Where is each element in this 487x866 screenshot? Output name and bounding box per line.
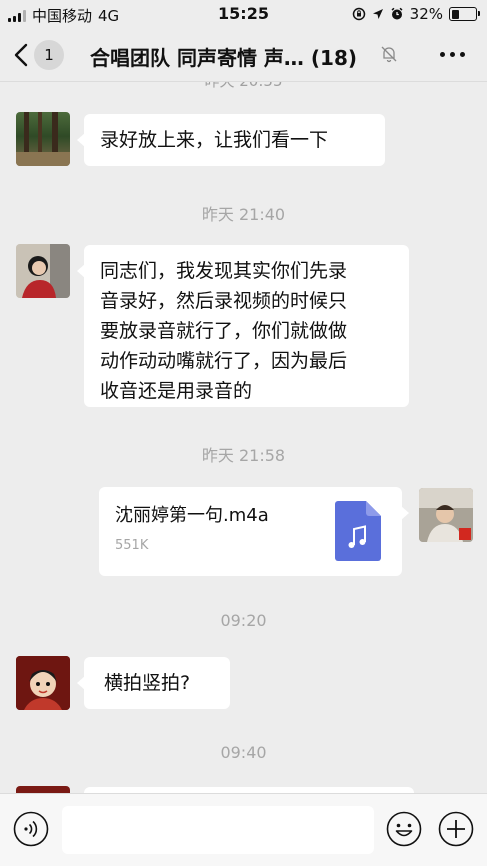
timestamp: 09:40 — [220, 743, 267, 762]
voice-icon[interactable] — [13, 811, 49, 847]
message-text: 录好放上来，让我们看一下 — [100, 129, 329, 151]
more-icon — [440, 52, 445, 57]
file-name: 沈丽婷第一句.m4a — [115, 505, 269, 526]
message-bubble[interactable]: 录好放上来，让我们看一下 — [77, 114, 385, 166]
file-message-bubble[interactable]: 沈丽婷第一句.m4a 551K — [99, 487, 409, 576]
chat-header: 1 合唱团队 同声寄情 声… (18) — [0, 28, 487, 82]
battery-percent: 32% — [409, 5, 443, 23]
status-right: 32% — [352, 5, 480, 23]
location-icon — [372, 9, 383, 19]
battery-fill — [451, 9, 459, 19]
avatar-member-3[interactable] — [16, 656, 70, 710]
chat-title: 合唱团队 同声寄情 声… (18) — [90, 46, 358, 70]
more-button[interactable] — [440, 52, 465, 57]
file-size: 551K — [115, 538, 149, 553]
plus-icon[interactable] — [438, 811, 474, 847]
avatar-self[interactable] — [419, 488, 473, 542]
mute-bell-icon — [381, 46, 397, 63]
message-bubble[interactable]: 同志们，我发现其实你们先录 音录好，然后录视频的时候只 要放录音就行了，你们就做… — [77, 245, 409, 407]
avatar-member-1[interactable] — [16, 112, 70, 166]
message-text-line: 要放录音就行了，你们就做做 — [100, 320, 348, 342]
message-text-line: 动作动动嘴就行了，因为最后 — [100, 350, 348, 372]
avatar-member-2[interactable] — [16, 244, 70, 298]
rotation-lock-icon — [352, 7, 365, 21]
emoji-icon[interactable] — [386, 811, 422, 847]
forest-avatar-image — [16, 112, 70, 166]
timestamp: 昨天 21:40 — [201, 205, 286, 224]
message-text-line: 收音还是用录音的 — [100, 380, 253, 402]
music-file-icon — [335, 501, 381, 561]
message-input[interactable] — [62, 806, 374, 854]
alarm-icon — [391, 7, 403, 20]
self-avatar-image — [419, 488, 473, 542]
message-text: 横拍竖拍? — [104, 672, 191, 694]
back-chevron-icon — [14, 43, 28, 67]
chat-input-bar — [0, 793, 487, 866]
back-button[interactable]: 1 — [14, 40, 64, 70]
unread-count-badge: 1 — [34, 40, 64, 70]
message-text-line: 同志们，我发现其实你们先录 — [100, 260, 348, 282]
message-bubble[interactable]: 横拍竖拍? — [77, 657, 230, 709]
battery-icon — [449, 7, 480, 21]
cartoon-avatar-image — [16, 656, 70, 710]
status-bar: 中国移动 4G 15:25 32% — [0, 0, 487, 28]
message-text-line: 音录好，然后录视频的时候只 — [100, 290, 348, 312]
timestamp: 09:20 — [220, 611, 267, 630]
person-avatar-image — [16, 244, 70, 298]
timestamp: 昨天 21:58 — [201, 446, 286, 465]
